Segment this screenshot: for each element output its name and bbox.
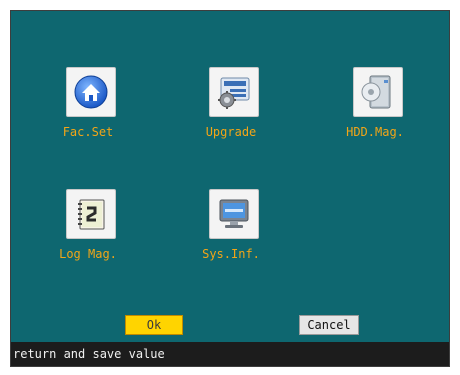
tile-sys-inf[interactable]: Sys.Inf. [176,189,286,279]
tile-label: HDD.Mag. [346,125,404,139]
monitor-icon [209,189,259,239]
home-icon [66,67,116,117]
status-bar: return and save value [11,342,449,366]
tile-label: Log Mag. [59,247,117,261]
system-menu-panel: Fac.Set Upgrade HDD.Mag. Log Mag. Sys.In… [10,10,450,367]
upgrade-icon [209,67,259,117]
ok-button[interactable]: Ok [125,315,183,335]
tile-fac-set[interactable]: Fac.Set [33,67,143,157]
tile-label: Upgrade [205,125,257,139]
hdd-icon [353,67,403,117]
dialog-frame: Fac.Set Upgrade HDD.Mag. Log Mag. Sys.In… [0,0,460,375]
log-icon [66,189,116,239]
tile-hdd-mag[interactable]: HDD.Mag. [320,67,430,157]
tile-label: Sys.Inf. [202,247,260,261]
tile-upgrade[interactable]: Upgrade [176,67,286,157]
tile-label: Fac.Set [62,125,114,139]
cancel-button[interactable]: Cancel [299,315,359,335]
tile-log-mag[interactable]: Log Mag. [33,189,143,279]
